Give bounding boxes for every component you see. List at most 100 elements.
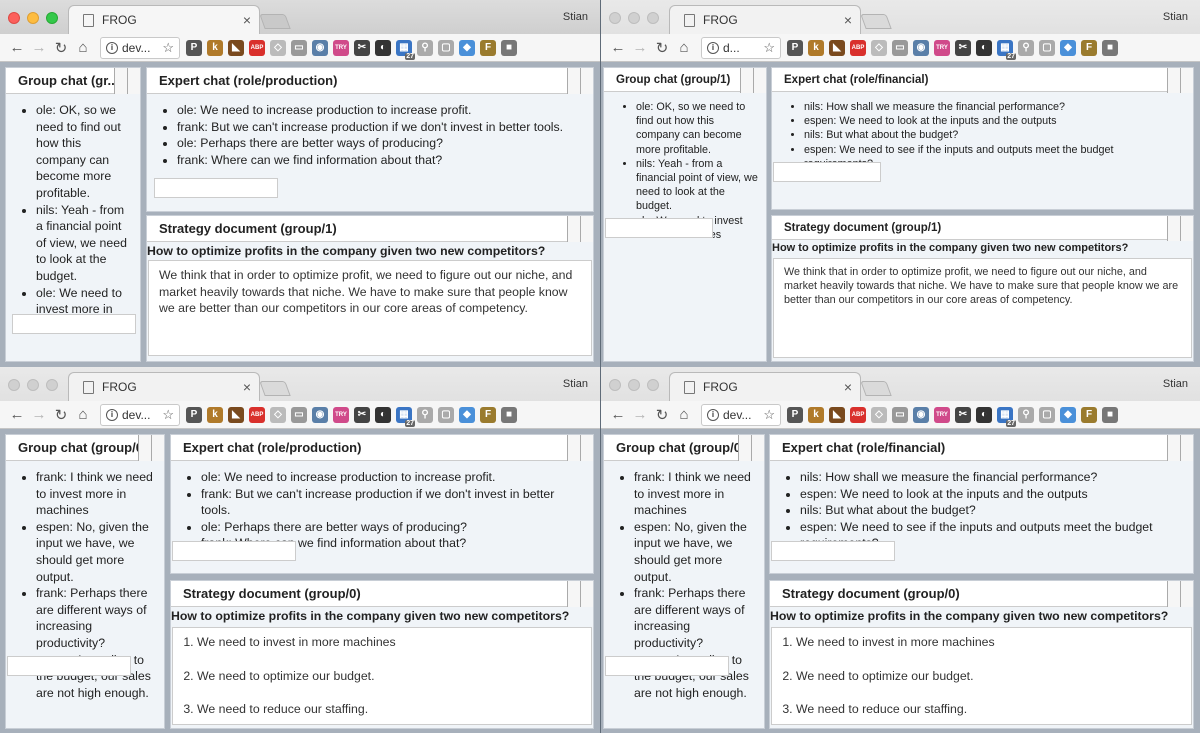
panel-minimize-button[interactable] [567,581,580,607]
globe-icon[interactable]: ◉ [312,406,328,423]
shield-icon[interactable]: ◇ [270,406,286,423]
expert-chat-input[interactable] [172,541,296,561]
profile-name[interactable]: Stian [563,378,588,390]
tools-icon[interactable]: ✂ [354,39,370,56]
bookmark-star-icon[interactable]: ☆ [763,40,775,56]
globe-icon[interactable]: ◉ [913,406,929,423]
profile-name[interactable]: Stian [1163,378,1188,390]
bookmark-star-icon[interactable]: ☆ [763,407,775,423]
p-icon[interactable]: P [787,39,803,56]
panel-maximize-button[interactable] [580,216,593,242]
shield-icon[interactable]: ◇ [871,39,887,56]
panel-maximize-button[interactable] [151,435,164,461]
info-icon[interactable]: i [106,408,118,421]
k-icon[interactable]: k [808,39,824,56]
reload-icon[interactable]: ↻ [50,406,72,424]
home-icon[interactable]: ⌂ [673,406,695,423]
swirl-icon[interactable]: ◐ [976,39,992,56]
p-icon[interactable]: P [186,39,202,56]
forward-arrow-icon[interactable]: → [629,406,651,423]
swirl-icon[interactable]: ◐ [375,39,391,56]
globe-icon[interactable]: ◉ [913,39,929,56]
group-chat-input[interactable] [7,656,131,676]
cat-icon[interactable]: ◣ [829,406,845,423]
calendar-icon[interactable]: ▦ [997,39,1016,60]
document-editor[interactable]: We need to invest in more machines We nee… [172,627,592,725]
panel-maximize-button[interactable] [751,435,764,461]
group-chat-input[interactable] [605,656,729,676]
browser-tab[interactable]: FROG × [669,5,861,34]
diamond-icon[interactable]: ◆ [459,39,475,56]
comment-icon[interactable]: ▭ [892,406,908,423]
group-chat-input[interactable] [605,218,713,238]
maximize-window-button[interactable] [647,12,659,24]
expert-chat-input[interactable] [773,162,881,182]
calendar-icon[interactable]: ▦ [396,406,415,427]
swirl-icon[interactable]: ◐ [976,406,992,423]
try-icon[interactable]: TRY [333,39,349,56]
try-icon[interactable]: TRY [333,406,349,423]
new-tab-button[interactable] [259,14,291,29]
info-icon[interactable]: i [707,41,719,54]
k-icon[interactable]: k [207,39,223,56]
panel-maximize-button[interactable] [753,68,766,93]
adblock-icon[interactable]: ABP [249,406,265,423]
search-icon[interactable]: ⚲ [417,39,433,56]
panel-minimize-button[interactable] [738,435,751,461]
search-icon[interactable]: ⚲ [1018,406,1034,423]
tab-close-icon[interactable]: × [844,379,852,395]
panel-maximize-button[interactable] [580,435,593,461]
close-window-button[interactable] [8,12,20,24]
panel-maximize-button[interactable] [1180,435,1193,461]
bookmark-star-icon[interactable]: ☆ [162,40,174,56]
panel-maximize-button[interactable] [1180,216,1193,241]
p-icon[interactable]: P [787,406,803,423]
panel-minimize-button[interactable] [567,435,580,461]
home-icon[interactable]: ⌂ [72,39,94,56]
cat-icon[interactable]: ◣ [228,406,244,423]
adblock-icon[interactable]: ABP [249,39,265,56]
search-icon[interactable]: ⚲ [1018,39,1034,56]
browser-tab[interactable]: FROG × [68,5,260,34]
document-editor[interactable]: We think that in order to optimize profi… [148,260,592,356]
close-window-button[interactable] [609,379,621,391]
cat-icon[interactable]: ◣ [228,39,244,56]
coin-icon[interactable]: F [480,406,496,423]
tab-close-icon[interactable]: × [243,12,251,28]
back-arrow-icon[interactable]: ← [607,39,629,56]
k-icon[interactable]: k [808,406,824,423]
home-icon[interactable]: ⌂ [72,406,94,423]
diamond-icon[interactable]: ◆ [459,406,475,423]
comment-icon[interactable]: ▭ [291,406,307,423]
try-icon[interactable]: TRY [934,39,950,56]
frame-icon[interactable]: ▢ [438,406,454,423]
document-editor[interactable]: We think that in order to optimize profi… [773,258,1192,358]
shield-icon[interactable]: ◇ [270,39,286,56]
panel-minimize-button[interactable] [1167,435,1180,461]
search-icon[interactable]: ⚲ [417,406,433,423]
comment-icon[interactable]: ▭ [892,39,908,56]
coin-icon[interactable]: F [480,39,496,56]
panel-minimize-button[interactable] [138,435,151,461]
forward-arrow-icon[interactable]: → [28,39,50,56]
square-icon[interactable]: ■ [1102,39,1118,56]
back-arrow-icon[interactable]: ← [6,406,28,423]
new-tab-button[interactable] [259,381,291,396]
shield-icon[interactable]: ◇ [871,406,887,423]
minimize-window-button[interactable] [628,379,640,391]
minimize-window-button[interactable] [27,12,39,24]
panel-minimize-button[interactable] [1167,216,1180,241]
panel-minimize-button[interactable] [567,216,580,242]
address-bar[interactable]: i dev... ☆ [701,403,781,426]
maximize-window-button[interactable] [46,379,58,391]
cat-icon[interactable]: ◣ [829,39,845,56]
adblock-icon[interactable]: ABP [850,406,866,423]
diamond-icon[interactable]: ◆ [1060,406,1076,423]
square-icon[interactable]: ■ [501,39,517,56]
panel-minimize-button[interactable] [1167,68,1180,93]
diamond-icon[interactable]: ◆ [1060,39,1076,56]
p-icon[interactable]: P [186,406,202,423]
maximize-window-button[interactable] [647,379,659,391]
frame-icon[interactable]: ▢ [438,39,454,56]
browser-tab[interactable]: FROG × [669,372,861,401]
